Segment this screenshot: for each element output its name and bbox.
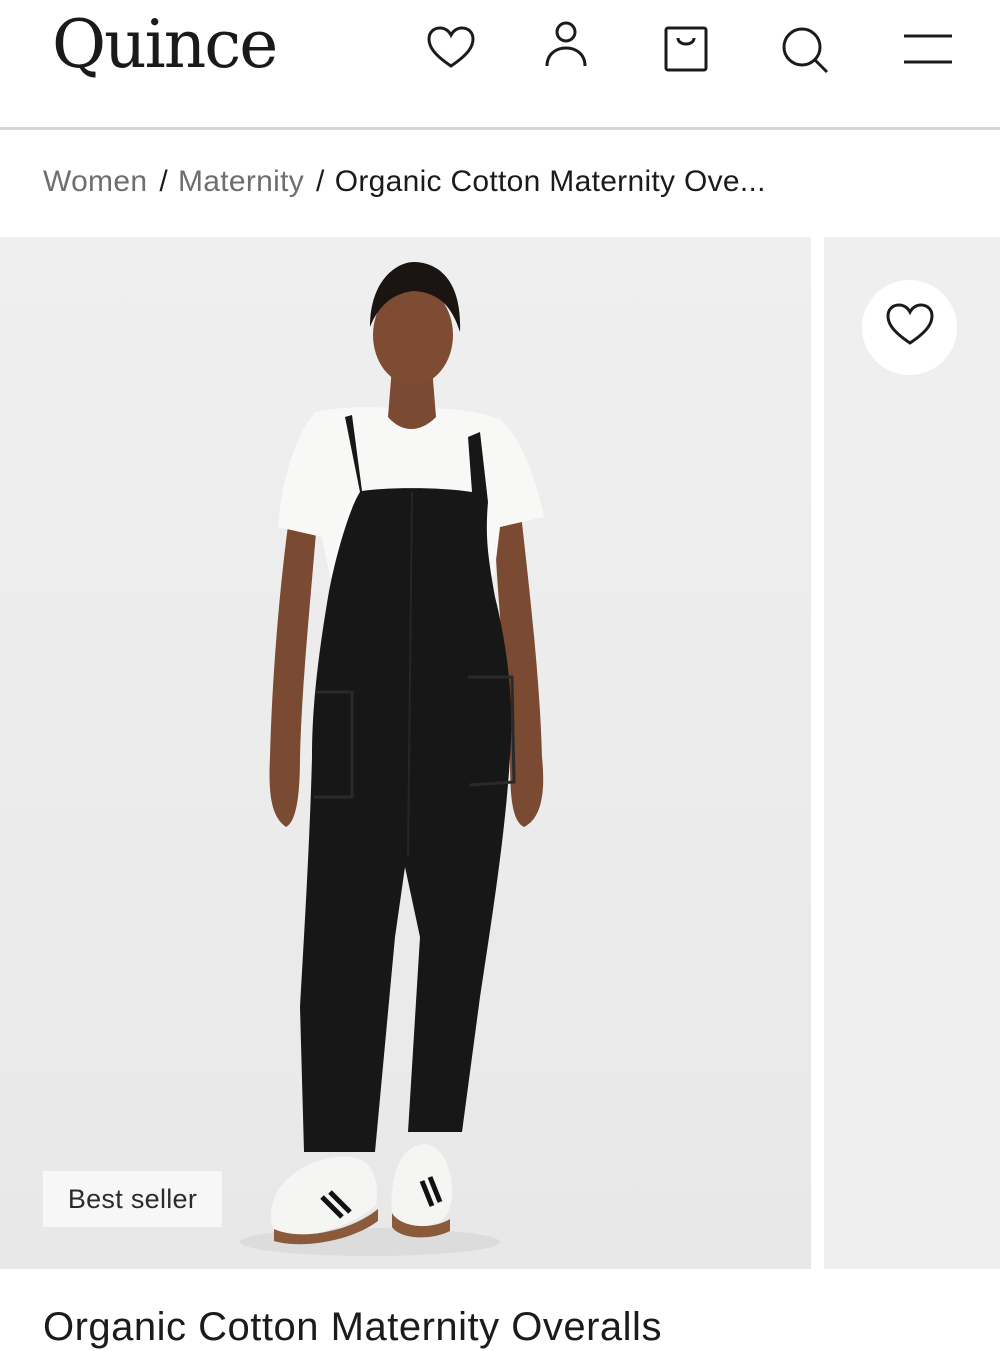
best-seller-badge: Best seller (43, 1171, 222, 1227)
breadcrumb-separator: / (159, 165, 168, 198)
product-photo (240, 261, 544, 1256)
breadcrumb-current: Organic Cotton Maternity Ove... (334, 165, 766, 198)
brand-logo[interactable]: Quince (52, 4, 278, 78)
heart-icon (882, 297, 938, 358)
product-image-next[interactable] (824, 237, 1000, 1269)
search-icon[interactable] (777, 22, 833, 78)
product-image-main[interactable] (0, 237, 811, 1269)
add-to-wishlist-button[interactable] (862, 280, 957, 375)
breadcrumb-item-maternity[interactable]: Maternity (178, 165, 304, 198)
site-header: Quince (0, 0, 1000, 130)
shopping-bag-icon[interactable] (658, 22, 714, 78)
user-icon[interactable] (538, 18, 594, 74)
breadcrumb-item-women[interactable]: Women (43, 165, 147, 198)
menu-icon[interactable] (900, 22, 956, 78)
breadcrumb: Women / Maternity / Organic Cotton Maternity… (43, 162, 766, 202)
breadcrumb-separator: / (316, 165, 325, 198)
heart-icon[interactable] (423, 20, 479, 76)
product-title: Organic Cotton Maternity Overalls (43, 1305, 662, 1349)
